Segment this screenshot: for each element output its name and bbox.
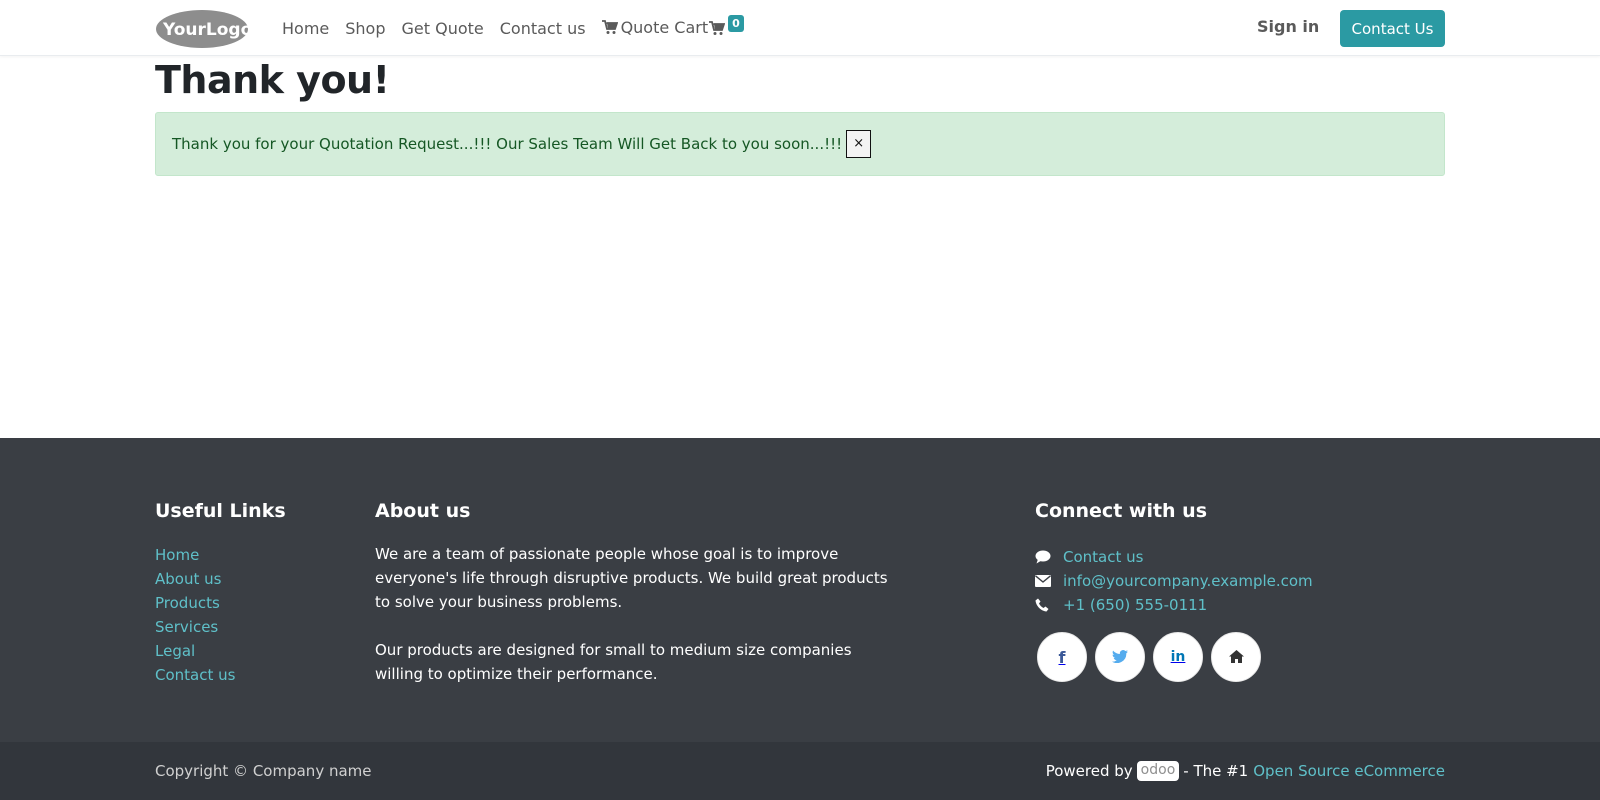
connect-list: Contact us info@yourcompany.example.com … [1035, 545, 1313, 617]
social-links: f in [1037, 632, 1269, 682]
powered-by: Powered by odoo - The #1 Open Source eCo… [1046, 761, 1445, 781]
list-item: Home [155, 545, 235, 569]
odoo-logo[interactable]: odoo [1136, 761, 1180, 781]
cart-count-badge: 0 [728, 15, 744, 32]
footer-link-home[interactable]: Home [155, 546, 199, 564]
footer-link-contact-us[interactable]: Contact us [155, 666, 235, 684]
connect-heading: Connect with us [1035, 500, 1208, 522]
phone-link[interactable]: +1 (650) 555-0111 [1063, 596, 1207, 614]
home-icon [1228, 648, 1244, 667]
list-item: Contact us [1035, 545, 1313, 569]
alert-message: Thank you for your Quotation Request...!… [172, 135, 843, 153]
home-button[interactable] [1211, 632, 1261, 682]
open-source-ecommerce-link[interactable]: Open Source eCommerce [1253, 762, 1445, 780]
alert-close-button[interactable]: × [846, 130, 872, 158]
footer-link-legal[interactable]: Legal [155, 642, 195, 660]
list-item: Services [155, 617, 235, 641]
list-item: info@yourcompany.example.com [1035, 569, 1313, 593]
shopping-cart[interactable]: 0 [709, 14, 749, 44]
copyright-text: Copyright © Company name [155, 762, 372, 780]
twitter-button[interactable] [1095, 632, 1145, 682]
logo-icon: YourLogo [156, 10, 252, 48]
email-link[interactable]: info@yourcompany.example.com [1063, 572, 1313, 590]
list-item: About us [155, 569, 235, 593]
list-item: Legal [155, 641, 235, 665]
site-footer: Useful Links Home About us Products Serv… [0, 438, 1600, 742]
page-title: Thank you! [155, 58, 390, 102]
useful-links-list: Home About us Products Services Legal Co… [155, 545, 235, 689]
site-header: YourLogo Home Shop Get Quote Contact us … [0, 0, 1600, 56]
linkedin-icon: in [1170, 649, 1186, 665]
linkedin-button[interactable]: in [1153, 632, 1203, 682]
phone-icon [1035, 598, 1063, 612]
comment-icon [1035, 550, 1063, 564]
nav-quote-cart[interactable]: Quote Cart [601, 17, 709, 39]
nav-get-quote[interactable]: Get Quote [402, 19, 484, 38]
facebook-button[interactable]: f [1037, 632, 1087, 682]
nav-contact-us[interactable]: Contact us [500, 19, 586, 38]
nav-quote-cart-label: Quote Cart [620, 17, 709, 37]
envelope-icon [1035, 575, 1063, 587]
powered-by-label: Powered by [1045, 762, 1133, 780]
contact-us-button[interactable]: Contact Us [1340, 10, 1445, 47]
useful-links-heading: Useful Links [155, 500, 286, 522]
shopping-cart-icon [709, 21, 726, 40]
nav-shop[interactable]: Shop [345, 19, 385, 38]
main-nav: Home Shop Get Quote Contact us Quote Car… [282, 0, 724, 56]
twitter-icon [1112, 648, 1128, 667]
facebook-icon: f [1058, 647, 1066, 667]
footer-link-products[interactable]: Products [155, 594, 220, 612]
list-item: Products [155, 593, 235, 617]
success-alert: Thank you for your Quotation Request...!… [155, 112, 1445, 176]
logo-text: YourLogo [162, 20, 249, 40]
powered-by-tagline: - The #1 [1183, 762, 1249, 780]
nav-home[interactable]: Home [282, 19, 329, 38]
list-item: Contact us [155, 665, 235, 689]
cart-icon [601, 19, 618, 39]
copyright-bar: Copyright © Company name Powered by odoo… [0, 742, 1600, 800]
list-item: +1 (650) 555-0111 [1035, 593, 1313, 617]
logo[interactable]: YourLogo [155, 9, 252, 48]
footer-link-about-us[interactable]: About us [155, 570, 221, 588]
sign-in-link[interactable]: Sign in [1257, 17, 1319, 36]
footer-link-services[interactable]: Services [155, 618, 218, 636]
about-paragraph-1: We are a team of passionate people whose… [375, 545, 888, 611]
about-heading: About us [375, 500, 471, 522]
about-paragraph-2: Our products are designed for small to m… [375, 641, 852, 683]
connect-contact-link[interactable]: Contact us [1063, 548, 1143, 566]
